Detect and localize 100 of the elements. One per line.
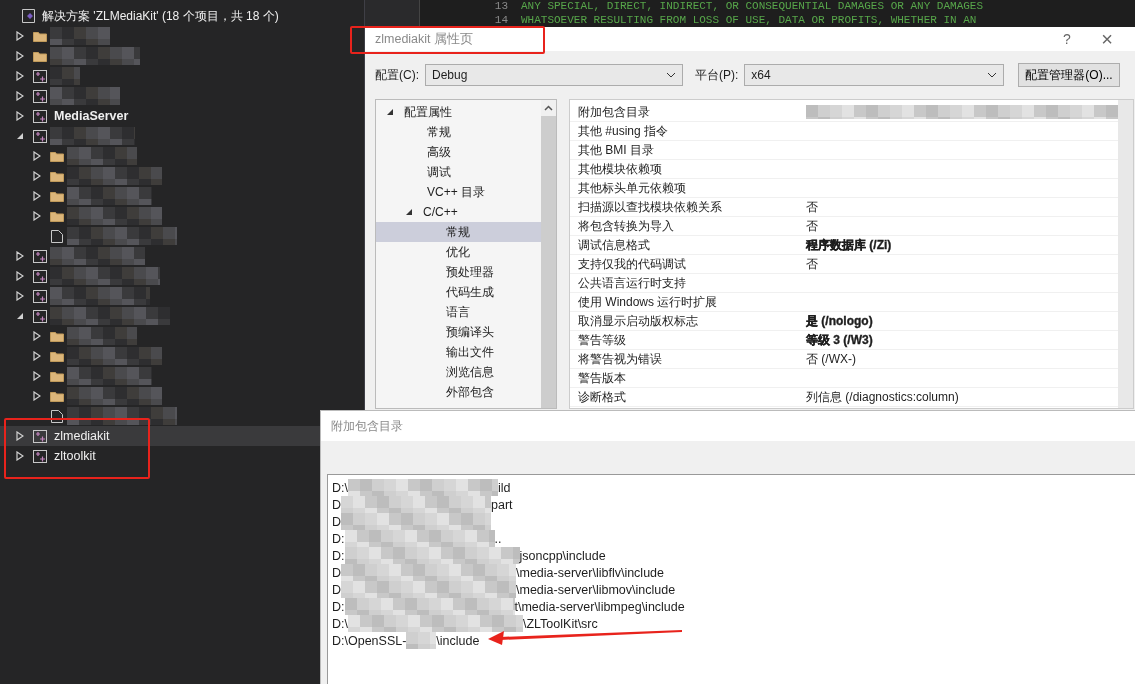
collapsed-arrow-icon[interactable]: [16, 31, 24, 41]
platform-dropdown[interactable]: x64: [744, 64, 1005, 86]
help-button[interactable]: ?: [1047, 31, 1087, 47]
line-number: 13: [493, 0, 509, 12]
scroll-up-icon[interactable]: [544, 105, 553, 111]
property-value[interactable]: 否: [806, 199, 818, 214]
project-name[interactable]: zlmediakit: [50, 429, 110, 443]
path-text: part: [491, 497, 513, 512]
solution-icon: [22, 9, 36, 23]
tree-item[interactable]: 浏览信息: [434, 363, 494, 381]
property-name[interactable]: 将包含转换为导入: [570, 217, 802, 235]
collapsed-arrow-icon[interactable]: [16, 71, 24, 81]
property-name[interactable]: 扫描源以查找模块依赖关系: [570, 198, 802, 216]
path-text: ild: [498, 480, 511, 495]
project-name[interactable]: zltoolkit: [50, 449, 96, 463]
property-value[interactable]: 否: [806, 218, 818, 233]
tree-item[interactable]: 常规: [434, 223, 470, 241]
scrollbar[interactable]: [541, 100, 556, 408]
path-text: D: [332, 497, 342, 512]
tree-item[interactable]: 输出文件: [434, 343, 494, 361]
property-name[interactable]: 调试信息格式: [570, 236, 802, 254]
folder-icon: [50, 150, 64, 162]
collapsed-arrow-icon[interactable]: [16, 111, 24, 121]
project-icon: [33, 69, 47, 83]
scrollbar[interactable]: [1118, 100, 1133, 408]
property-name[interactable]: 支持仅我的代码调试: [570, 255, 802, 273]
collapsed-arrow-icon[interactable]: [33, 351, 41, 361]
property-name[interactable]: 诊断格式: [570, 388, 802, 406]
path-text: D:\: [332, 480, 348, 495]
tree-item[interactable]: 调试: [415, 163, 451, 181]
project-icon: [33, 269, 47, 283]
property-name[interactable]: 公共语言运行时支持: [570, 274, 802, 292]
property-name[interactable]: 其他 #using 指令: [570, 122, 802, 140]
property-name[interactable]: 其他模块依赖项: [570, 160, 802, 178]
collapsed-arrow-icon[interactable]: [16, 91, 24, 101]
collapsed-arrow-icon[interactable]: [33, 151, 41, 161]
property-value[interactable]: 是 (/nologo): [806, 313, 873, 328]
expanded-arrow-icon[interactable]: [16, 132, 24, 140]
property-name[interactable]: 其他 BMI 目录: [570, 141, 802, 159]
path-text: D: [332, 514, 342, 529]
folder-icon: [50, 350, 64, 362]
tree-item[interactable]: 常规: [415, 123, 451, 141]
tree-item[interactable]: 优化: [434, 243, 470, 261]
path-text: t\media-server\libmpeg\include: [514, 599, 685, 614]
configuration-dropdown[interactable]: Debug: [425, 64, 683, 86]
directory-list-field[interactable]: D:\ ild D part D D: .. D: jsoncpp\include D \media-server\libflv\include D \media-server\libmov\include D: t\media-server\libmpeg\include D:\ \ZLToolKit\src D:\OpenSSL- \include: [327, 474, 1135, 684]
collapsed-arrow-icon[interactable]: [16, 51, 24, 61]
dialog-title: 附加包含目录: [331, 417, 403, 435]
property-value[interactable]: 等级 3 (/W3): [806, 332, 873, 347]
property-name[interactable]: 警告版本: [570, 369, 802, 387]
tree-item[interactable]: 高级: [415, 143, 451, 161]
path-text: \ZLToolKit\src: [523, 616, 598, 631]
property-value[interactable]: 程序数据库 (/Zi): [806, 237, 892, 252]
expanded-arrow-icon[interactable]: [386, 108, 394, 116]
collapsed-arrow-icon[interactable]: [16, 451, 24, 461]
configuration-manager-button[interactable]: 配置管理器(O)...: [1018, 63, 1120, 87]
path-text: D:: [332, 548, 345, 563]
solution-title[interactable]: 解决方案 'ZLMediaKit' (18 个项目，共 18 个): [42, 7, 279, 25]
collapsed-arrow-icon[interactable]: [33, 171, 41, 181]
dropdown-caret-icon[interactable]: [987, 72, 998, 78]
collapsed-arrow-icon[interactable]: [16, 291, 24, 301]
folder-icon: [33, 30, 47, 42]
property-name[interactable]: 附加包含目录: [570, 103, 802, 121]
collapsed-arrow-icon[interactable]: [33, 391, 41, 401]
property-name[interactable]: 使用 Windows 运行时扩展: [570, 293, 802, 311]
collapsed-arrow-icon[interactable]: [16, 431, 24, 441]
tree-item[interactable]: 预编译头: [434, 323, 494, 341]
property-name[interactable]: 其他标头单元依赖项: [570, 179, 802, 197]
collapsed-arrow-icon[interactable]: [16, 271, 24, 281]
collapsed-arrow-icon[interactable]: [33, 211, 41, 221]
property-value[interactable]: 否: [806, 256, 818, 271]
project-icon: [33, 309, 47, 323]
property-name[interactable]: 将警告视为错误: [570, 350, 802, 368]
tree-item[interactable]: 外部包含: [434, 383, 494, 401]
close-button[interactable]: ×: [1087, 27, 1127, 51]
property-name[interactable]: 取消显示启动版权标志: [570, 312, 802, 330]
dropdown-caret-icon[interactable]: [666, 72, 676, 78]
tree-item[interactable]: 预处理器: [434, 263, 494, 281]
path-text: \media-server\libmov\include: [516, 582, 676, 597]
tree-item[interactable]: 语言: [434, 303, 470, 321]
tree-item[interactable]: C/C++: [415, 205, 458, 219]
tree-item[interactable]: 代码生成: [434, 283, 494, 301]
property-value[interactable]: 列信息 (/diagnostics:column): [806, 389, 959, 404]
property-value[interactable]: 否 (/WX-): [806, 351, 856, 366]
collapsed-arrow-icon[interactable]: [16, 251, 24, 261]
folder-icon: [50, 170, 64, 182]
collapsed-arrow-icon[interactable]: [33, 191, 41, 201]
tree-item[interactable]: 配置属性: [396, 103, 452, 121]
property-name[interactable]: 警告等级: [570, 331, 802, 349]
collapsed-arrow-icon[interactable]: [33, 331, 41, 341]
project-icon: [33, 289, 47, 303]
project-name[interactable]: MediaServer: [50, 109, 129, 123]
expanded-arrow-icon[interactable]: [16, 312, 24, 320]
tree-item[interactable]: VC++ 目录: [415, 183, 486, 201]
path-text: jsoncpp\include: [519, 548, 606, 563]
expanded-arrow-icon[interactable]: [405, 208, 413, 216]
folder-icon: [50, 330, 64, 342]
path-text: D: [332, 582, 342, 597]
project-icon: [33, 449, 47, 463]
collapsed-arrow-icon[interactable]: [33, 371, 41, 381]
